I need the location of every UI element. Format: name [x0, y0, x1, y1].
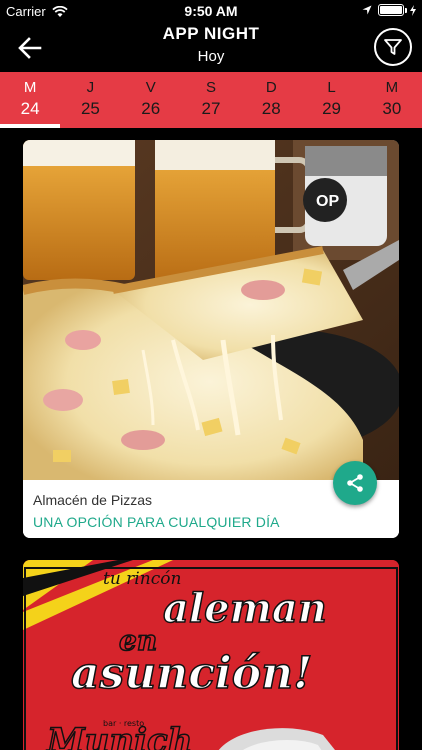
app-header: APP NIGHT Hoy	[0, 22, 422, 72]
day-number: 25	[80, 99, 100, 118]
day-number: 30	[382, 99, 402, 118]
banner-brand: Munich	[46, 721, 192, 750]
day-tab[interactable]: V 26	[121, 72, 181, 128]
status-bar: Carrier 9:50 AM	[0, 0, 422, 22]
day-tab[interactable]: M 24	[0, 72, 61, 128]
pizza-beer-photo: OP	[23, 140, 399, 480]
page-subtitle: Hoy	[197, 48, 225, 65]
svg-text:OP: OP	[316, 193, 339, 210]
day-tab[interactable]: S 27	[181, 72, 241, 128]
day-number: 29	[322, 99, 341, 118]
day-tab[interactable]: L 29	[301, 72, 361, 128]
charging-bolt-icon	[410, 4, 416, 16]
event-card[interactable]: tu rincón aleman en asunción! bar · rest…	[23, 560, 399, 750]
event-card[interactable]: OP Almacén de Pizzas UNA OPCIÓN PARA CUA…	[23, 140, 399, 538]
day-selector: M 24 J 25 V 26 S 27 D 28 L 29 M 30	[0, 72, 422, 128]
day-number: 28	[261, 99, 281, 118]
filter-icon	[384, 39, 402, 55]
location-icon	[362, 5, 372, 15]
day-letter: L	[327, 79, 336, 96]
day-letter: M	[385, 79, 399, 96]
page-title: APP NIGHT	[162, 24, 260, 43]
filter-button[interactable]	[374, 28, 412, 66]
banner-line2: aleman	[163, 585, 327, 632]
share-button[interactable]	[333, 461, 377, 505]
day-number: 26	[141, 99, 161, 118]
day-letter: M	[23, 79, 37, 96]
day-number: 24	[20, 99, 40, 118]
day-letter: V	[145, 79, 156, 96]
status-time: 9:50 AM	[184, 3, 238, 19]
day-tab[interactable]: D 28	[241, 72, 301, 128]
munich-banner-image: tu rincón aleman en asunción! bar · rest…	[23, 560, 399, 750]
day-letter: J	[86, 79, 95, 96]
day-tab[interactable]: J 25	[60, 72, 120, 128]
day-letter: S	[205, 79, 216, 96]
share-icon	[347, 474, 363, 492]
day-tab[interactable]: M 30	[362, 72, 422, 128]
venue-name: Almacén de Pizzas	[33, 492, 153, 508]
battery-icon	[378, 4, 407, 16]
banner-line4: asunción!	[71, 648, 312, 699]
event-tagline: UNA OPCIÓN PARA CUALQUIER DÍA	[33, 514, 280, 530]
day-number: 27	[201, 99, 221, 118]
day-letter: D	[265, 79, 277, 96]
